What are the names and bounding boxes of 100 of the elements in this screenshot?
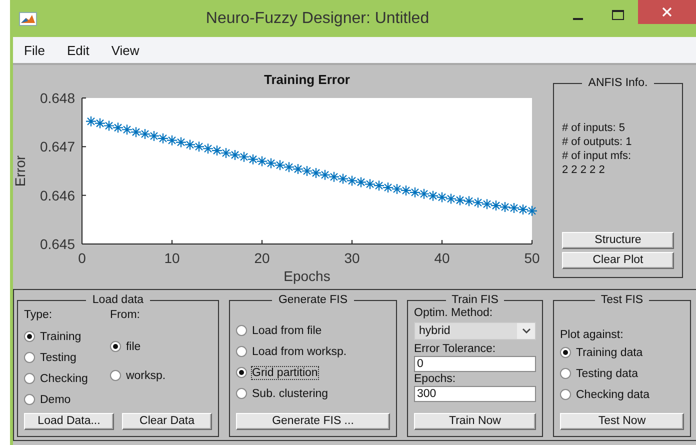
- asterisk-marker: [175, 136, 187, 148]
- radio-button[interactable]: [560, 389, 571, 400]
- option-label: Demo: [40, 394, 71, 406]
- radio-option[interactable]: Training data: [560, 342, 684, 363]
- asterisk-marker: [391, 183, 403, 195]
- panel-title: Test FIS: [600, 294, 644, 306]
- asterisk-marker: [130, 126, 142, 138]
- radio-option[interactable]: Demo: [24, 389, 88, 410]
- asterisk-marker: [328, 171, 340, 182]
- asterisk-marker: [400, 184, 412, 196]
- radio-button[interactable]: [24, 352, 35, 363]
- menu-item[interactable]: View: [100, 42, 150, 58]
- epochs-field[interactable]: 300: [414, 386, 536, 402]
- radio-option[interactable]: Grid partition: [236, 362, 390, 383]
- y-tick-label: 0.647: [40, 138, 75, 155]
- menu-item[interactable]: File: [13, 42, 56, 58]
- option-label: Training data: [576, 346, 643, 358]
- asterisk-marker: [283, 162, 295, 173]
- info-line: 2 2 2 2 2: [562, 163, 606, 177]
- close-button[interactable]: [638, 0, 696, 24]
- asterisk-marker: [373, 180, 385, 192]
- panel-title: Train FIS: [450, 294, 500, 306]
- error-tolerance-field[interactable]: 0: [414, 356, 536, 372]
- info-line: # of input mfs:: [562, 149, 632, 163]
- asterisk-marker: [301, 165, 313, 177]
- asterisk-marker: [454, 194, 466, 206]
- type-label: Type:: [24, 308, 54, 322]
- option-label: Training: [40, 330, 82, 342]
- from-label: From:: [110, 308, 141, 322]
- radio-option[interactable]: Testing data: [560, 363, 684, 384]
- asterisk-marker: [472, 197, 484, 208]
- asterisk-marker: [445, 193, 457, 204]
- y-tick-label: 0.645: [40, 236, 75, 252]
- load-button[interactable]: Clear Data: [122, 413, 212, 430]
- radio-button[interactable]: [560, 368, 571, 379]
- option-label: worksp.: [126, 370, 166, 382]
- asterisk-marker: [427, 190, 439, 202]
- menu-item[interactable]: Edit: [56, 42, 100, 58]
- load-button[interactable]: Load Data...: [24, 413, 114, 430]
- asterisk-marker: [184, 139, 196, 150]
- panel-title: ANFIS Info.: [587, 77, 649, 89]
- radio-option[interactable]: Load from worksp.: [236, 341, 390, 362]
- method-dropdown[interactable]: hybrid: [414, 322, 536, 340]
- option-label: Testing data: [576, 368, 638, 380]
- asterisk-marker: [409, 186, 421, 198]
- method-label: Optim. Method:: [414, 306, 494, 320]
- option-label: Sub. clustering: [252, 388, 328, 400]
- generate-fis-button[interactable]: Generate FIS ...: [236, 413, 390, 430]
- asterisk-marker: [526, 205, 538, 216]
- radio-button[interactable]: [24, 394, 35, 405]
- radio-button[interactable]: [560, 347, 571, 358]
- info-line: # of inputs: 5: [562, 121, 626, 135]
- radio-button[interactable]: [24, 373, 35, 384]
- test-now-button[interactable]: Test Now: [560, 413, 684, 430]
- x-axis-label: Epochs: [284, 268, 330, 284]
- asterisk-marker: [229, 149, 241, 160]
- error-tolerance-label: Error Tolerance:: [414, 342, 497, 356]
- asterisk-marker: [247, 154, 259, 165]
- radio-button[interactable]: [110, 370, 121, 381]
- x-tick-label: 30: [344, 250, 360, 266]
- panel-button[interactable]: Clear Plot: [562, 252, 674, 269]
- radio-option[interactable]: file: [110, 336, 166, 357]
- asterisk-marker: [418, 188, 430, 200]
- radio-button[interactable]: [236, 346, 247, 357]
- panel-button[interactable]: Structure: [562, 232, 674, 249]
- asterisk-marker: [517, 204, 529, 215]
- radio-button[interactable]: [110, 341, 121, 352]
- radio-option[interactable]: Load from file: [236, 320, 390, 341]
- radio-button[interactable]: [24, 331, 35, 342]
- radio-button[interactable]: [236, 388, 247, 399]
- panel-title: Generate FIS: [277, 294, 349, 306]
- option-label: Load from file: [252, 324, 322, 336]
- asterisk-marker: [139, 128, 151, 140]
- radio-option[interactable]: Training: [24, 326, 88, 347]
- x-tick-label: 50: [524, 250, 540, 266]
- asterisk-marker: [94, 118, 106, 129]
- epochs-label: Epochs:: [414, 372, 457, 386]
- asterisk-marker: [202, 143, 214, 154]
- y-tick-label: 0.648: [40, 90, 75, 106]
- asterisk-marker: [103, 120, 115, 132]
- asterisk-marker: [364, 178, 376, 190]
- asterisk-marker: [319, 169, 331, 180]
- asterisk-marker: [112, 122, 124, 134]
- radio-option[interactable]: Sub. clustering: [236, 383, 390, 404]
- x-tick-label: 20: [254, 250, 270, 266]
- close-icon: [662, 7, 672, 17]
- asterisk-marker: [490, 200, 502, 212]
- x-tick-label: 10: [164, 250, 180, 266]
- radio-button[interactable]: [236, 325, 247, 336]
- radio-option[interactable]: Checking: [24, 368, 88, 389]
- asterisk-marker: [355, 176, 367, 188]
- minimize-icon: [573, 18, 583, 20]
- asterisk-marker: [346, 175, 358, 186]
- radio-option[interactable]: Checking data: [560, 384, 684, 405]
- radio-option[interactable]: Testing: [24, 347, 88, 368]
- radio-button[interactable]: [236, 367, 247, 378]
- radio-option[interactable]: worksp.: [110, 365, 166, 386]
- y-tick-label: 0.646: [40, 187, 75, 204]
- train-now-button[interactable]: Train Now: [414, 413, 536, 430]
- app-icon: [19, 12, 37, 26]
